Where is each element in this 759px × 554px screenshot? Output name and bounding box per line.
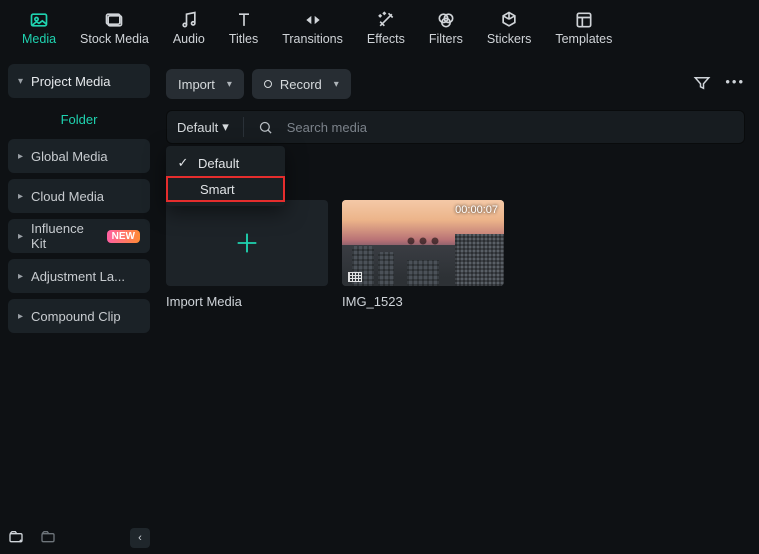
titles-icon	[234, 10, 254, 30]
content-toolbar: Import ▾ Record ▾ •••	[166, 64, 745, 104]
sidebar-item-compound-clip[interactable]: ▸ Compound Clip	[8, 299, 150, 333]
record-button[interactable]: Record ▾	[252, 69, 351, 99]
search-input[interactable]	[287, 120, 734, 135]
new-badge: NEW	[107, 230, 140, 243]
tab-stock-media[interactable]: Stock Media	[68, 0, 161, 56]
sidebar-item-label: Global Media	[31, 149, 108, 164]
stock-icon	[104, 10, 124, 30]
chevron-down-icon: ▾	[18, 76, 23, 87]
sidebar-item-project-media[interactable]: ▾ Project Media	[8, 64, 150, 98]
top-tabs: Media Stock Media Audio Titles Transitio…	[0, 0, 759, 56]
tab-titles[interactable]: Titles	[217, 0, 270, 56]
tab-transitions-label: Transitions	[282, 32, 343, 46]
stickers-icon	[499, 10, 519, 30]
sidebar-item-label: Project Media	[31, 74, 110, 89]
effects-icon	[376, 10, 396, 30]
tab-templates-label: Templates	[555, 32, 612, 46]
sidebar-item-cloud-media[interactable]: ▸ Cloud Media	[8, 179, 150, 213]
import-media-label: Import Media	[166, 294, 328, 309]
import-label: Import	[178, 77, 215, 92]
filter-icon[interactable]	[693, 74, 711, 95]
chevron-down-icon: ▾	[227, 79, 232, 90]
video-type-icon	[348, 272, 362, 282]
transitions-icon	[303, 10, 323, 30]
tab-audio-label: Audio	[173, 32, 205, 46]
sidebar-item-label: Compound Clip	[31, 309, 121, 324]
more-icon[interactable]: •••	[725, 74, 745, 95]
tab-filters[interactable]: Filters	[417, 0, 475, 56]
sort-label: Default	[177, 120, 218, 135]
media-grid: Import Media 00:00:07 IMG_1523	[166, 200, 745, 309]
sort-option-label: Smart	[200, 182, 235, 197]
tab-stickers-label: Stickers	[487, 32, 531, 46]
tab-titles-label: Titles	[229, 32, 258, 46]
divider	[243, 117, 244, 137]
templates-icon	[574, 10, 594, 30]
tab-media-label: Media	[22, 32, 56, 46]
tab-media[interactable]: Media	[10, 0, 68, 56]
tab-stickers[interactable]: Stickers	[475, 0, 543, 56]
sidebar-subitem-folder[interactable]: Folder	[8, 104, 150, 139]
sort-option-label: Default	[198, 156, 239, 171]
folder-icon[interactable]	[40, 529, 56, 548]
clip-thumbnail: 00:00:07	[342, 200, 504, 286]
import-button[interactable]: Import ▾	[166, 69, 244, 99]
sort-option-default[interactable]: ✓ Default	[166, 150, 285, 176]
chevron-right-icon: ▸	[18, 271, 23, 282]
sort-dropdown[interactable]: Default ▾	[177, 119, 229, 135]
clip-name: IMG_1523	[342, 294, 504, 309]
sort-dropdown-menu: ✓ Default Smart	[166, 146, 285, 206]
tab-transitions[interactable]: Transitions	[270, 0, 355, 56]
record-icon	[264, 80, 272, 88]
chevron-right-icon: ▸	[18, 191, 23, 202]
media-icon	[29, 10, 49, 30]
new-folder-icon[interactable]	[8, 529, 24, 548]
sort-option-smart[interactable]: Smart	[166, 176, 285, 202]
media-clip-card[interactable]: 00:00:07 IMG_1523	[342, 200, 504, 309]
tab-effects[interactable]: Effects	[355, 0, 417, 56]
sidebar-item-influence-kit[interactable]: ▸ Influence Kit NEW	[8, 219, 150, 253]
clip-duration: 00:00:07	[455, 204, 498, 216]
search-icon	[258, 120, 273, 135]
sidebar-subitem-label: Folder	[61, 112, 98, 127]
chevron-right-icon: ▸	[18, 231, 23, 242]
import-media-thumb	[166, 200, 328, 286]
search-row: Default ▾	[166, 110, 745, 144]
sidebar-item-label: Influence Kit	[31, 221, 99, 251]
tab-effects-label: Effects	[367, 32, 405, 46]
sidebar-item-label: Adjustment La...	[31, 269, 125, 284]
tab-stock-label: Stock Media	[80, 32, 149, 46]
import-media-card[interactable]: Import Media	[166, 200, 328, 309]
tab-filters-label: Filters	[429, 32, 463, 46]
chevron-down-icon: ▾	[222, 119, 229, 135]
sidebar-item-global-media[interactable]: ▸ Global Media	[8, 139, 150, 173]
chevron-right-icon: ▸	[18, 151, 23, 162]
collapse-sidebar-button[interactable]: ‹	[130, 528, 150, 548]
tab-templates[interactable]: Templates	[543, 0, 624, 56]
sidebar-item-adjustment-layer[interactable]: ▸ Adjustment La...	[8, 259, 150, 293]
sidebar-item-label: Cloud Media	[31, 189, 104, 204]
sidebar: ▾ Project Media Folder ▸ Global Media ▸ …	[0, 56, 158, 554]
audio-icon	[179, 10, 199, 30]
chevron-right-icon: ▸	[18, 311, 23, 322]
check-icon: ✓	[176, 155, 190, 171]
chevron-down-icon: ▾	[334, 79, 339, 90]
record-label: Record	[280, 77, 322, 92]
filters-icon	[436, 10, 456, 30]
content-area: Import ▾ Record ▾ ••• Default ▾	[158, 56, 759, 554]
tab-audio[interactable]: Audio	[161, 0, 217, 56]
